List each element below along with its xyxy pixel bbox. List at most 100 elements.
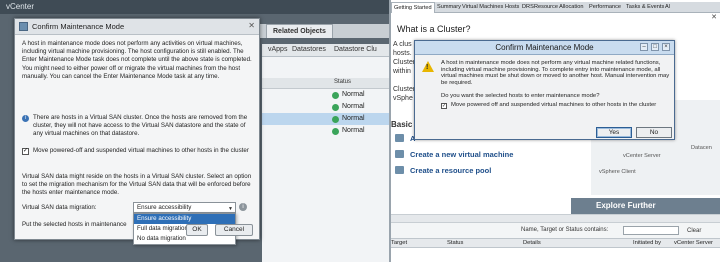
desc-line: within: [393, 68, 411, 75]
task-create-vm[interactable]: Create a new virtual machine: [395, 150, 513, 159]
close-icon[interactable]: ✕: [248, 21, 255, 30]
task-label: Create a resource pool: [410, 166, 492, 175]
subtab-datastore-clusters[interactable]: Datastore Clu: [334, 46, 377, 53]
chevron-down-icon: ▼: [228, 206, 233, 212]
hosts-table: Status Normal Normal Normal Normal: [262, 57, 389, 262]
row-status: Normal: [342, 115, 365, 122]
tab-alarms[interactable]: Al: [665, 4, 670, 10]
datacenter-label: Datacen: [691, 145, 712, 151]
filter-label: Name, Target or Status contains:: [521, 227, 609, 233]
info-icon: i: [22, 115, 29, 122]
row-status: Normal: [342, 103, 365, 110]
maximize-icon[interactable]: □: [651, 43, 659, 51]
minimize-icon[interactable]: –: [640, 43, 648, 51]
status-ok-icon: [332, 116, 339, 123]
tab-summary[interactable]: Summary: [437, 4, 461, 10]
tab-resource-allocation[interactable]: Resource Allocation: [534, 4, 583, 10]
vsphere-client-label: vSphere Client: [599, 169, 636, 175]
cluster-description: A clus hosts. Cluster within Cluster vSp…: [391, 40, 415, 103]
task-add-host[interactable]: A: [395, 134, 415, 143]
horizontal-scrollbar[interactable]: [391, 214, 720, 222]
subtab-datastores[interactable]: Datastores: [292, 46, 326, 53]
tab-tasks-events[interactable]: Tasks & Events: [626, 4, 664, 10]
table-row[interactable]: Normal: [262, 113, 389, 125]
explore-further-heading: Explore Further: [571, 198, 720, 214]
page-title: What is a Cluster?: [397, 24, 471, 34]
filter-input[interactable]: [623, 226, 679, 235]
column-initiated-by[interactable]: Initiated by: [633, 240, 661, 246]
tab-drs[interactable]: DRS: [522, 4, 534, 10]
help-icon[interactable]: i: [239, 203, 247, 211]
move-vms-checkbox[interactable]: ✓: [441, 103, 447, 109]
task-create-pool[interactable]: Create a resource pool: [395, 166, 491, 175]
option-ensure-accessibility[interactable]: Ensure accessibility: [134, 214, 235, 224]
move-vms-label: Move powered-off and suspended virtual m…: [33, 147, 249, 154]
column-details[interactable]: Details: [523, 240, 541, 246]
confirm-maintenance-dialog-client: Confirm Maintenance Mode – □ × ! A host …: [414, 40, 675, 140]
dialog-title: Confirm Maintenance Mode: [495, 43, 594, 52]
clear-link[interactable]: Clear: [687, 228, 701, 234]
migration-select[interactable]: Ensure accessibility ▼: [133, 202, 236, 213]
row-status: Normal: [342, 127, 365, 134]
add-host-icon: [395, 134, 404, 142]
confirm-maintenance-dialog-web: Confirm Maintenance Mode ✕ A host in mai…: [14, 18, 260, 245]
table-header: Status: [262, 78, 389, 89]
cluster-tabs: Getting Started Summary Virtual Machines…: [391, 2, 720, 13]
vsan-info-text: There are hosts in a Virtual SAN cluster…: [33, 114, 248, 138]
status-ok-icon: [332, 92, 339, 99]
host-icon: [19, 22, 28, 31]
table-row[interactable]: Normal: [262, 89, 389, 101]
tasks-column-headers: Target Status Details Initiated by vCent…: [391, 238, 720, 248]
close-icon[interactable]: ✕: [711, 13, 717, 21]
row-status: Normal: [342, 91, 365, 98]
desc-line: Cluster: [393, 86, 416, 93]
dialog-titlebar: Confirm Maintenance Mode – □ ×: [415, 41, 674, 55]
desc-line: Cluster: [393, 59, 416, 66]
no-button[interactable]: No: [636, 127, 672, 138]
cancel-button[interactable]: Cancel: [215, 224, 253, 236]
dialog-titlebar: Confirm Maintenance Mode ✕: [15, 19, 259, 35]
recent-tasks-bar: Name, Target or Status contains: Clear: [391, 222, 720, 238]
dialog-question: Do you want the selected hosts to enter …: [441, 93, 600, 99]
move-vms-label: Move powered off and suspended virtual m…: [451, 102, 657, 108]
status-ok-icon: [332, 104, 339, 111]
related-subtabs: vApps Datastores Datastore Clu: [262, 44, 389, 57]
migration-label: Virtual SAN data migration:: [22, 204, 97, 211]
subtab-vapps[interactable]: vApps: [268, 46, 287, 53]
dialog-description: A host in maintenance mode does not perf…: [22, 40, 252, 80]
resource-pool-icon: [395, 166, 404, 174]
tab-getting-started[interactable]: Getting Started: [391, 2, 435, 13]
table-row[interactable]: Normal: [262, 125, 389, 137]
new-vm-icon: [395, 150, 404, 158]
close-icon[interactable]: ×: [662, 43, 670, 51]
desc-line: [391, 76, 415, 85]
table-row[interactable]: Normal: [262, 101, 389, 113]
column-status[interactable]: Status: [447, 240, 463, 246]
migration-select-value: Ensure accessibility: [137, 204, 192, 211]
dialog-message: A host in maintenance mode does not perf…: [441, 60, 670, 87]
vsan-migration-description: Virtual SAN data might reside on the hos…: [22, 173, 252, 197]
task-label: Create a new virtual machine: [410, 150, 514, 159]
column-vcenter-server[interactable]: vCenter Server: [674, 240, 713, 246]
status-column-header[interactable]: Status: [334, 79, 351, 85]
tasks-list: [391, 248, 720, 262]
desc-line: hosts.: [393, 50, 412, 57]
tab-performance[interactable]: Performance: [589, 4, 621, 10]
dialog-title: Confirm Maintenance Mode: [32, 22, 125, 31]
put-hosts-label: Put the selected hosts in maintenance: [22, 221, 127, 228]
warning-mark: !: [426, 64, 429, 71]
column-target[interactable]: Target: [391, 240, 407, 246]
move-vms-checkbox[interactable]: ✓: [22, 148, 29, 155]
yes-button[interactable]: Yes: [596, 127, 632, 138]
tab-related-objects[interactable]: Related Objects: [266, 24, 333, 38]
desc-line: vSphe: [393, 95, 413, 102]
tab-virtual-machines[interactable]: Virtual Machines: [462, 4, 503, 10]
tab-hosts[interactable]: Hosts: [505, 4, 519, 10]
vcenter-server-label: vCenter Server: [623, 153, 661, 159]
app-title: vCenter: [6, 2, 35, 11]
basic-tasks-heading: Basic: [391, 120, 413, 129]
top-bar: vCenter: [0, 0, 389, 14]
status-ok-icon: [332, 128, 339, 135]
desc-line: A clus: [393, 41, 412, 48]
ok-button[interactable]: OK: [186, 224, 208, 236]
